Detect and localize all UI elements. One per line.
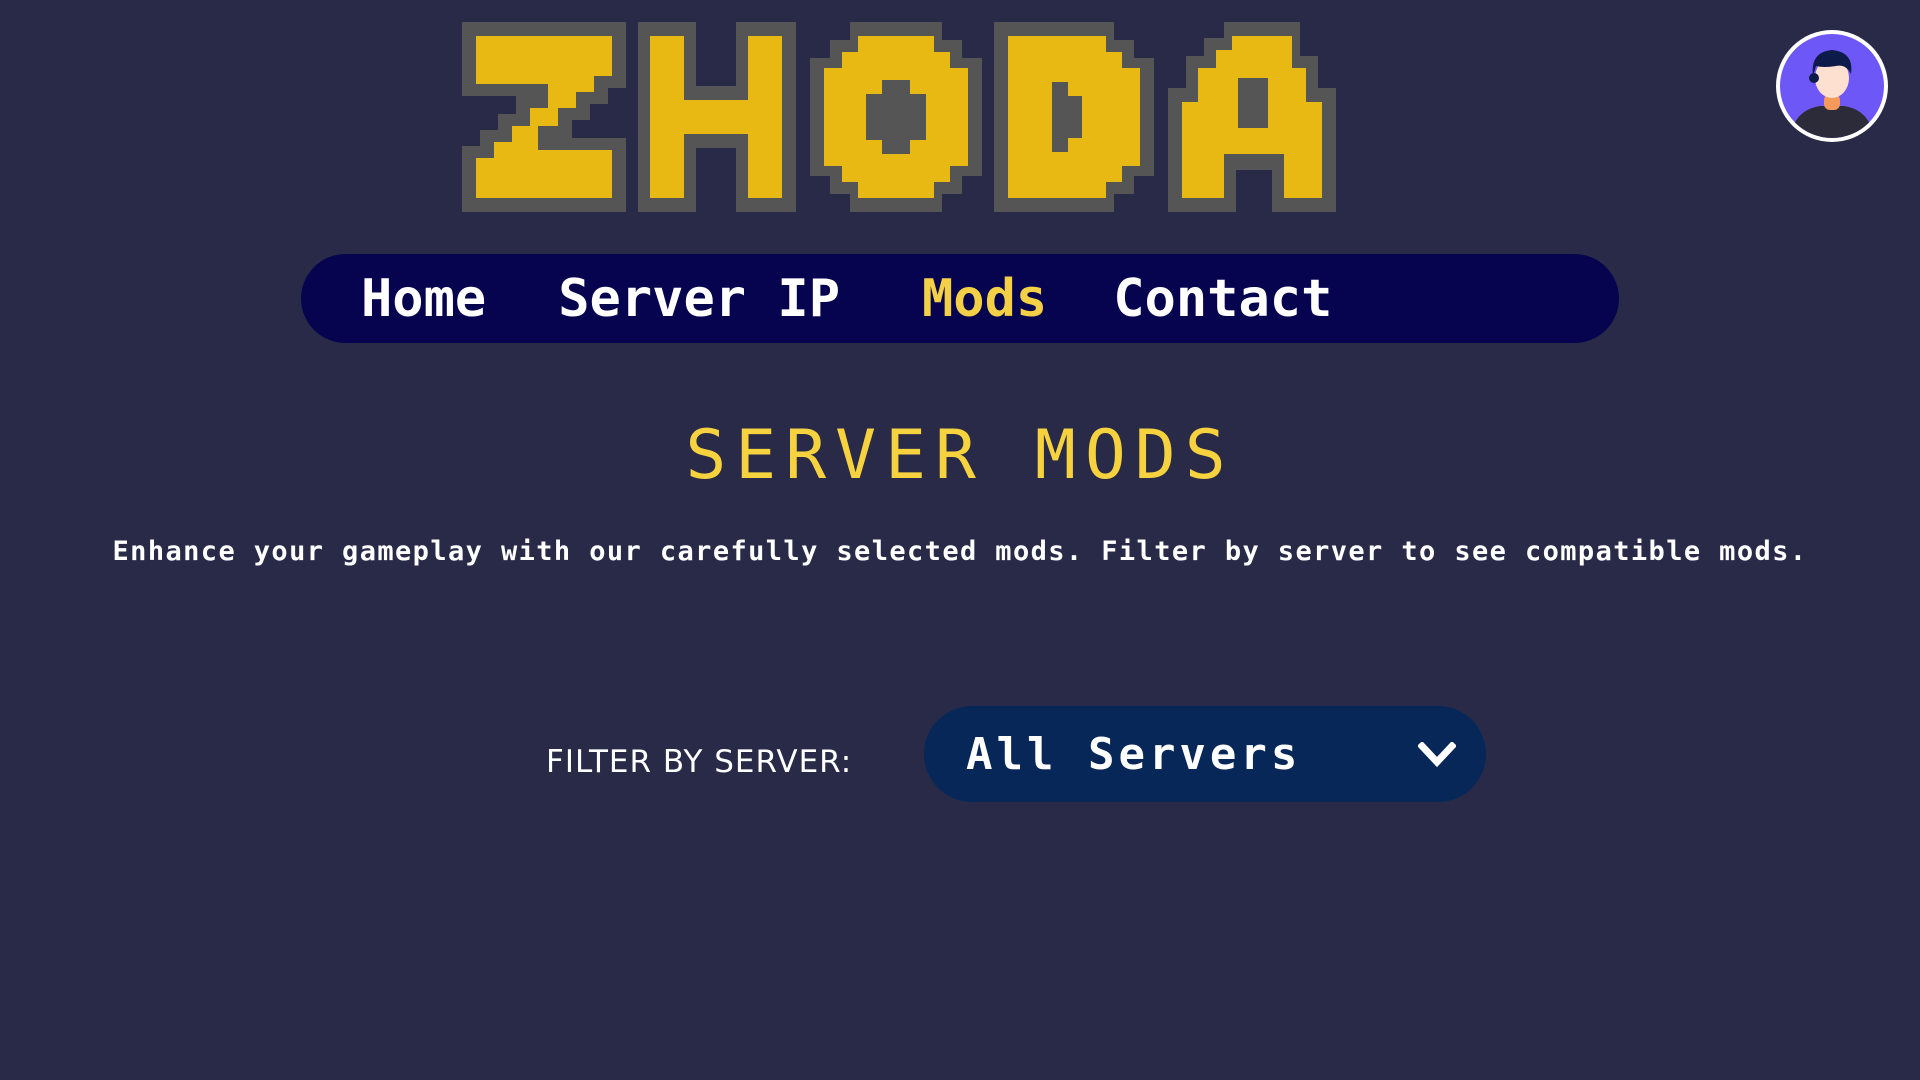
page-title: SERVER MODS: [685, 416, 1235, 495]
user-avatar-icon: [1780, 34, 1884, 138]
nav-item-mods[interactable]: Mods: [922, 269, 1047, 329]
page-description: Enhance your gameplay with our carefully…: [112, 536, 1808, 567]
logo-letter-o: [810, 22, 982, 212]
main-nav: Home Server IP Mods Contact: [301, 254, 1619, 343]
filter-label: FILTER BY SERVER:: [546, 744, 853, 780]
server-filter-value: All Servers: [966, 728, 1302, 780]
logo-letter-h: [638, 22, 796, 212]
user-avatar-button[interactable]: [1776, 30, 1888, 142]
logo-letter-d: [994, 22, 1154, 212]
nav-item-home[interactable]: Home: [361, 269, 486, 329]
logo-letter-a: [1168, 22, 1336, 212]
nav-item-contact[interactable]: Contact: [1113, 269, 1332, 329]
logo-letter-z: [462, 22, 626, 212]
nav-item-server-ip[interactable]: Server IP: [558, 269, 840, 329]
chevron-down-icon: [1418, 742, 1456, 768]
logo-wordmark: ZHODA: [462, 22, 1336, 212]
server-filter-select[interactable]: All Servers: [924, 706, 1486, 802]
site-logo[interactable]: ZHODA: [462, 22, 1436, 212]
